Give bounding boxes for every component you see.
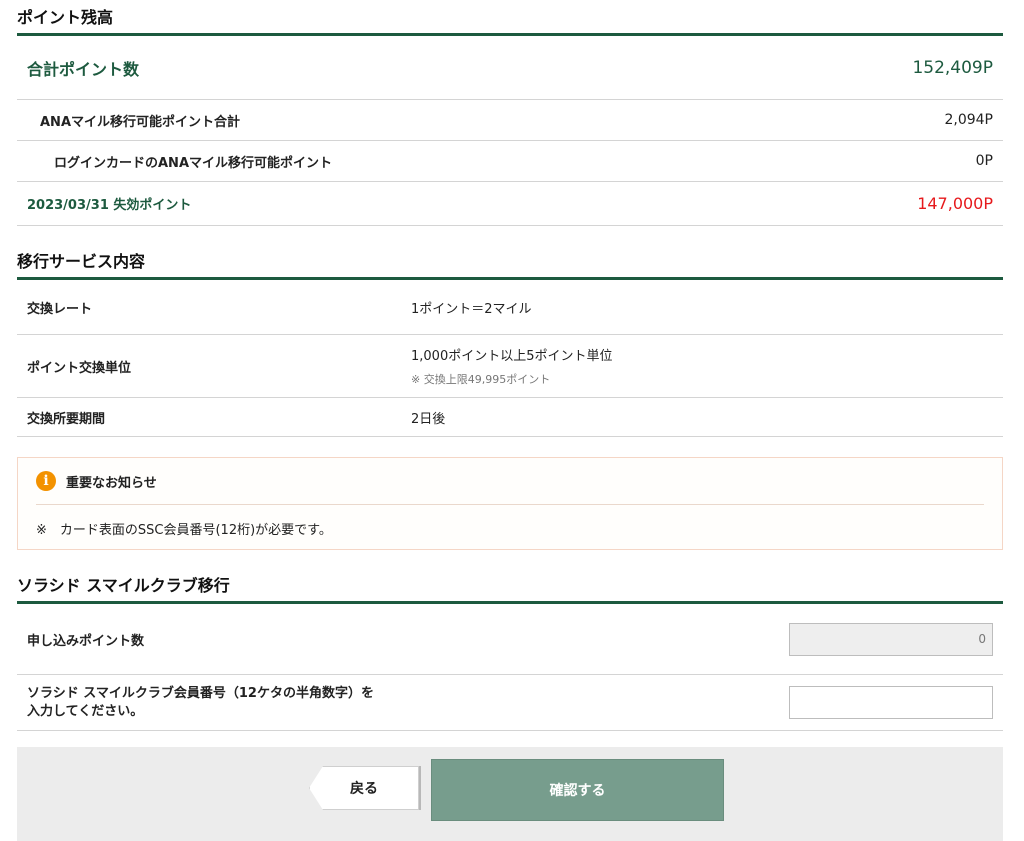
rate-label: 交換レート <box>27 301 93 317</box>
ana-points-value: 2,094P <box>944 112 993 128</box>
info-icon: i <box>36 471 56 491</box>
notice-header: i 重要なお知らせ <box>36 458 984 505</box>
login-card-points-row: ログインカードのANAマイル移行可能ポイント 0P <box>17 141 1003 182</box>
expire-points-label: 2023/03/31 失効ポイント <box>27 198 192 213</box>
period-row: 交換所要期間 2日後 <box>17 398 1003 437</box>
rate-row: 交換レート 1ポイント＝2マイル <box>17 280 1003 335</box>
member-number-row: ソラシド スマイルクラブ会員番号（12ケタの半角数字）を 入力してください。 <box>17 675 1003 731</box>
action-bar: 戻る 確認する <box>17 747 1003 841</box>
apply-points-input[interactable] <box>789 622 993 656</box>
expire-points-row: 2023/03/31 失効ポイント 147,000P <box>17 182 1003 226</box>
total-points-value: 152,409P <box>912 57 993 78</box>
important-notice: i 重要なお知らせ ※ カード表面のSSC会員番号(12桁)が必要です。 <box>17 457 1003 550</box>
period-label: 交換所要期間 <box>27 411 106 427</box>
service-title: 移行サービス内容 <box>17 244 1003 280</box>
unit-row: ポイント交換単位 1,000ポイント以上5ポイント単位 ※ 交換上限49,995… <box>17 335 1003 398</box>
confirm-button[interactable]: 確認する <box>431 759 724 821</box>
balance-section: ポイント残高 合計ポイント数 152,409P ANAマイル移行可能ポイント合計… <box>17 0 1003 226</box>
member-number-label-line1: ソラシド スマイルクラブ会員番号（12ケタの半角数字）を <box>27 685 374 701</box>
apply-points-row: 申し込みポイント数 <box>17 604 1003 675</box>
service-section: 移行サービス内容 交換レート 1ポイント＝2マイル ポイント交換単位 1,000… <box>17 244 1003 437</box>
member-number-input[interactable] <box>789 686 993 719</box>
rate-value: 1ポイント＝2マイル <box>411 301 532 317</box>
expire-points-value: 147,000P <box>917 194 993 213</box>
member-number-label-line2: 入力してください。 <box>27 703 144 719</box>
transfer-section: ソラシド スマイルクラブ移行 申し込みポイント数 ソラシド スマイルクラブ会員番… <box>17 568 1003 731</box>
period-value: 2日後 <box>411 411 446 427</box>
login-card-points-value: 0P <box>975 153 993 169</box>
total-points-label: 合計ポイント数 <box>27 59 140 79</box>
member-number-label: ソラシド スマイルクラブ会員番号（12ケタの半角数字）を 入力してください。 <box>17 685 374 721</box>
total-points-row: 合計ポイント数 152,409P <box>17 36 1003 100</box>
ana-points-label: ANAマイル移行可能ポイント合計 <box>40 114 241 130</box>
back-button-shadow <box>419 766 421 810</box>
transfer-title: ソラシド スマイルクラブ移行 <box>17 568 1003 604</box>
balance-title: ポイント残高 <box>17 0 1003 36</box>
ana-points-row: ANAマイル移行可能ポイント合計 2,094P <box>17 100 1003 141</box>
notice-title: 重要なお知らせ <box>66 475 157 491</box>
apply-points-label: 申し込みポイント数 <box>27 633 145 649</box>
notice-body: ※ カード表面のSSC会員番号(12桁)が必要です。 <box>36 523 332 538</box>
back-button[interactable]: 戻る <box>309 766 419 810</box>
login-card-points-label: ログインカードのANAマイル移行可能ポイント <box>54 155 333 171</box>
unit-value: 1,000ポイント以上5ポイント単位 <box>411 349 613 364</box>
unit-label: ポイント交換単位 <box>27 360 132 376</box>
unit-note: ※ 交換上限49,995ポイント <box>411 373 551 386</box>
